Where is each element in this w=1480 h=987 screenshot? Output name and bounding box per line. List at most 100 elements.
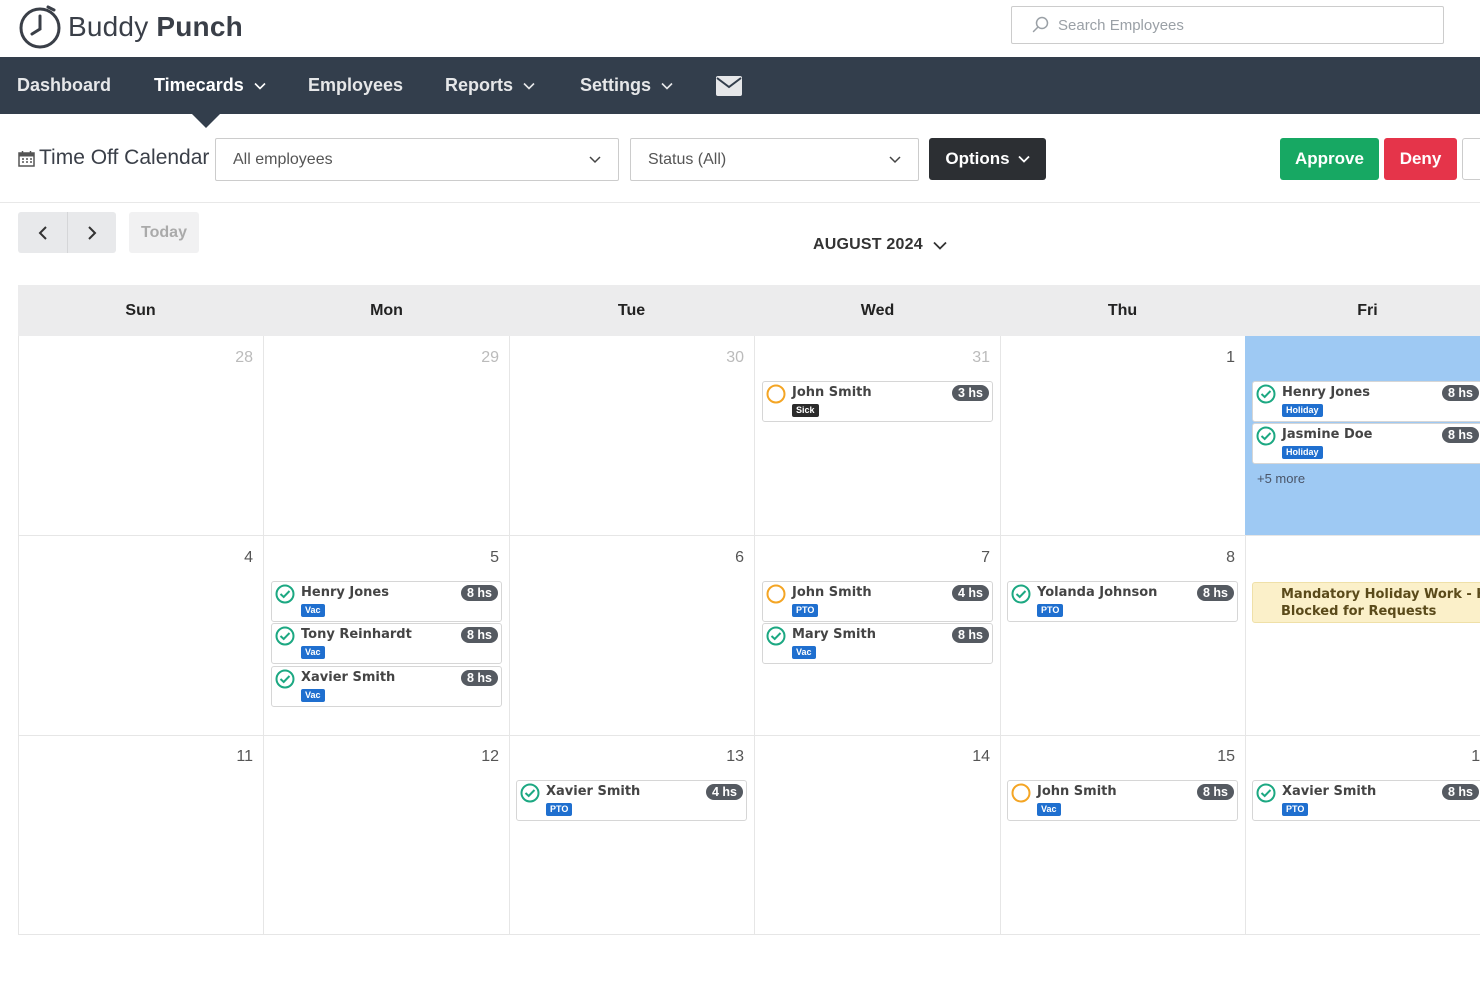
status-filter-value: Status (All): [648, 150, 727, 168]
nav-reports[interactable]: Reports: [445, 57, 535, 114]
event-hours: 8 hs: [1441, 784, 1479, 800]
day-number: 30: [726, 349, 744, 366]
day-cell[interactable]: 16 Xavier Smith 8 hs PTO: [1245, 735, 1480, 935]
dow-mon: Mon: [370, 301, 403, 319]
month-selector[interactable]: AUGUST 2024: [813, 236, 947, 254]
check-circle-icon: [1256, 426, 1276, 446]
time-off-event[interactable]: Xavier Smith 8 hs PTO: [1252, 780, 1480, 821]
day-cell-selected[interactable]: 2 Henry Jones 8 hs Holiday Jasmine Doe 8…: [1245, 336, 1480, 536]
day-cell[interactable]: 31 John Smith 3 hs Sick: [755, 336, 1001, 536]
employee-filter-select[interactable]: All employees: [215, 138, 619, 181]
day-cell[interactable]: 6: [509, 536, 755, 736]
day-cell[interactable]: 14: [755, 735, 1001, 935]
event-hours: 8 hs: [460, 627, 498, 643]
check-circle-icon: [766, 626, 786, 646]
dow-wed: Wed: [860, 301, 895, 319]
time-off-event[interactable]: Xavier Smith 8 hs Vac: [271, 666, 502, 707]
calendar-nav-group: [18, 212, 116, 253]
day-number: 15: [1217, 748, 1235, 765]
page-title: Time Off Calendar: [18, 146, 209, 170]
day-cell[interactable]: 12: [264, 735, 510, 935]
time-off-event[interactable]: Jasmine Doe 8 hs Holiday: [1252, 423, 1480, 464]
status-filter-select[interactable]: Status (All): [630, 138, 919, 181]
event-hours: 4 hs: [951, 585, 989, 601]
time-off-event[interactable]: Tony Reinhardt 8 hs Vac: [271, 623, 502, 664]
day-cell[interactable]: 1: [1000, 336, 1246, 536]
event-employee: Mary Smith: [792, 627, 876, 642]
blocked-period-notice[interactable]: Mandatory Holiday Work - H... Blocked fo…: [1252, 582, 1480, 623]
event-hours: 8 hs: [1441, 385, 1479, 401]
event-hours: 8 hs: [1441, 427, 1479, 443]
chevron-down-icon: [889, 156, 901, 164]
calendar-icon: [18, 150, 35, 167]
day-cell[interactable]: 13 Xavier Smith 4 hs PTO: [509, 735, 755, 935]
check-circle-icon: [1011, 584, 1031, 604]
event-hours: 8 hs: [951, 627, 989, 643]
time-off-event[interactable]: John Smith 8 hs Vac: [1007, 780, 1238, 821]
event-type-badge: Vac: [301, 646, 325, 659]
nav-settings[interactable]: Settings: [580, 57, 673, 114]
day-number: 7: [981, 549, 990, 566]
deny-label: Deny: [1399, 149, 1442, 168]
options-button[interactable]: Options: [929, 138, 1046, 180]
day-number: 14: [972, 748, 990, 765]
main-nav: Dashboard Timecards Employees Reports Se…: [0, 57, 1480, 114]
chevron-down-icon: [254, 82, 266, 90]
today-button[interactable]: Today: [129, 212, 199, 253]
brand-logo[interactable]: Buddy Punch: [18, 3, 243, 51]
day-cell[interactable]: 28: [18, 336, 264, 536]
event-hours: 8 hs: [1196, 585, 1234, 601]
time-off-event[interactable]: Yolanda Johnson 8 hs PTO: [1007, 581, 1238, 622]
event-employee: John Smith: [1037, 784, 1117, 799]
top-bar: Buddy Punch: [0, 0, 1480, 57]
page-title-text: Time Off Calendar: [39, 146, 210, 169]
day-cell[interactable]: 29: [264, 336, 510, 536]
day-cell[interactable]: 11: [18, 735, 264, 935]
event-type-badge: Vac: [301, 689, 325, 702]
nav-messages[interactable]: [716, 57, 742, 114]
day-number: 28: [235, 349, 253, 366]
check-circle-icon: [275, 626, 295, 646]
time-off-event[interactable]: Henry Jones 8 hs Vac: [271, 581, 502, 622]
day-cell[interactable]: 8 Yolanda Johnson 8 hs PTO: [1000, 536, 1246, 736]
day-cell[interactable]: 4: [18, 536, 264, 736]
chevron-down-icon: [933, 241, 947, 250]
approve-button[interactable]: Approve: [1280, 138, 1379, 180]
time-off-event[interactable]: Mary Smith 8 hs Vac: [762, 623, 993, 664]
time-off-event[interactable]: Xavier Smith 4 hs PTO: [516, 780, 747, 821]
time-off-event[interactable]: John Smith 3 hs Sick: [762, 381, 993, 422]
nav-employees[interactable]: Employees: [308, 57, 403, 114]
check-circle-icon: [1256, 783, 1276, 803]
time-off-event[interactable]: John Smith 4 hs PTO: [762, 581, 993, 622]
chevron-left-icon: [38, 225, 47, 240]
nav-settings-label: Settings: [580, 75, 652, 95]
day-cell[interactable]: 5 Henry Jones 8 hs Vac Tony Reinhardt 8 …: [264, 536, 510, 736]
nav-timecards[interactable]: Timecards: [154, 57, 266, 114]
event-hours: 8 hs: [460, 585, 498, 601]
event-hours: 4 hs: [705, 784, 743, 800]
day-cell[interactable]: 15 John Smith 8 hs Vac: [1000, 735, 1246, 935]
day-number: 6: [735, 549, 744, 566]
day-cell[interactable]: 7 John Smith 4 hs PTO Mary Smith 8 hs Va…: [755, 536, 1001, 736]
nav-timecards-label: Timecards: [154, 75, 244, 95]
employee-filter-value: All employees: [233, 150, 333, 168]
day-number: 1: [1226, 349, 1235, 366]
deny-button[interactable]: Deny: [1384, 138, 1457, 180]
nav-dashboard[interactable]: Dashboard: [17, 57, 111, 114]
check-circle-icon: [520, 783, 540, 803]
day-cell[interactable]: 9 Mandatory Holiday Work - H... Blocked …: [1245, 536, 1480, 736]
more-events-link[interactable]: +5 more: [1257, 471, 1305, 486]
dow-thu: Thu: [1107, 301, 1138, 319]
notice-subtitle: Blocked for Requests: [1281, 604, 1437, 619]
search-box[interactable]: [1011, 6, 1444, 44]
day-number: 16: [1471, 748, 1480, 765]
event-type-badge: Vac: [1037, 803, 1061, 816]
search-input[interactable]: [1058, 16, 1418, 34]
more-actions-button[interactable]: [1462, 138, 1480, 180]
event-type-badge: PTO: [1037, 604, 1064, 617]
time-off-event[interactable]: Henry Jones 8 hs Holiday: [1252, 381, 1480, 422]
day-cell[interactable]: 30: [509, 336, 755, 536]
nav-dashboard-label: Dashboard: [17, 75, 112, 95]
next-month-button[interactable]: [67, 212, 116, 253]
prev-month-button[interactable]: [18, 212, 67, 253]
